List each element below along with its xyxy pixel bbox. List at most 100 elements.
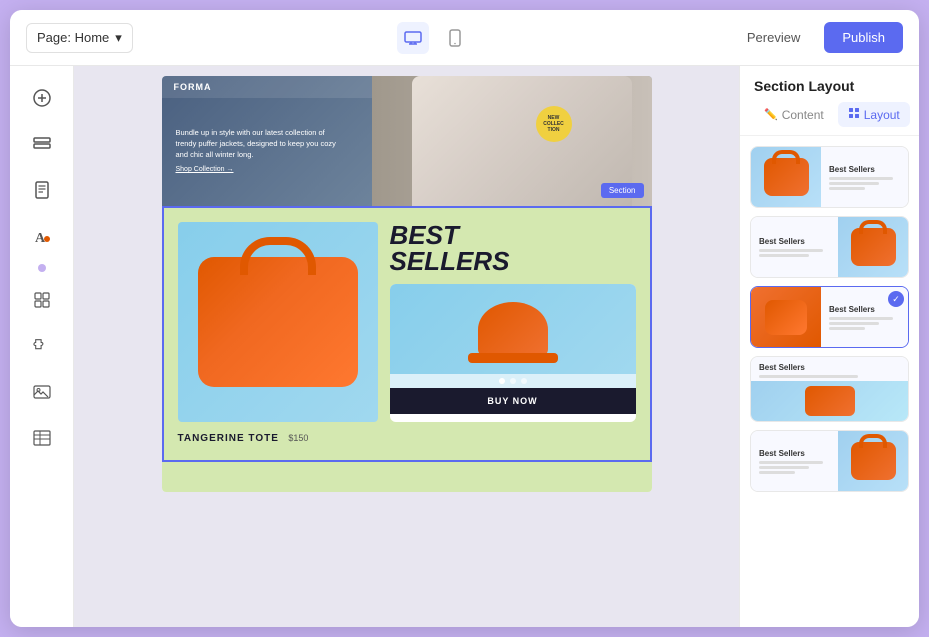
layout-lines-3 bbox=[829, 317, 900, 330]
new-collection-badge: NEWCOLLECTION bbox=[536, 106, 572, 142]
brand-logo: FORMA bbox=[174, 82, 212, 92]
panel-title: Section Layout bbox=[754, 78, 905, 94]
line bbox=[759, 254, 809, 257]
line bbox=[829, 327, 865, 330]
panel-tabs: ✏️ Content Layout bbox=[754, 102, 905, 127]
sidebar-typography-icon[interactable]: A bbox=[22, 216, 62, 256]
sidebar-table-icon[interactable] bbox=[22, 418, 62, 458]
layout-lines-1 bbox=[829, 177, 900, 190]
line bbox=[829, 177, 893, 180]
sidebar-image-icon[interactable] bbox=[22, 372, 62, 412]
layout-option-4[interactable]: Best Sellers bbox=[750, 356, 909, 422]
bs-right: BESTSELLERS BUY NOW bbox=[390, 222, 636, 422]
layout-option-5-text: Best Sellers bbox=[751, 431, 838, 491]
content-tab-label: Content bbox=[782, 108, 824, 122]
desktop-icon bbox=[404, 31, 422, 45]
line bbox=[829, 322, 879, 325]
right-panel: Section Layout ✏️ Content Layout bbox=[739, 66, 919, 627]
layout-option-4-inner: Best Sellers bbox=[751, 357, 908, 421]
page-selector[interactable]: Page: Home ▾ bbox=[26, 23, 133, 53]
content-tab-icon: ✏️ bbox=[764, 108, 778, 121]
sidebar-add-icon[interactable] bbox=[22, 78, 62, 118]
line bbox=[829, 182, 879, 185]
buy-now-button[interactable]: BUY NOW bbox=[390, 388, 636, 414]
jacket-image bbox=[412, 76, 632, 206]
layout-lines-4 bbox=[759, 375, 900, 378]
layout-option-5-label: Best Sellers bbox=[759, 449, 830, 458]
tab-layout[interactable]: Layout bbox=[838, 102, 910, 127]
hero-text: Bundle up in style with our latest colle… bbox=[176, 127, 348, 161]
desktop-view-button[interactable] bbox=[397, 22, 429, 54]
top-bar: Page: Home ▾ Pereview P bbox=[10, 10, 919, 66]
panel-header: Section Layout ✏️ Content Layout bbox=[740, 66, 919, 136]
hero-content: Bundle up in style with our latest colle… bbox=[162, 99, 362, 184]
dot-2 bbox=[510, 378, 516, 384]
layout-option-3[interactable]: Best Sellers ✓ bbox=[750, 286, 909, 348]
bs-footer: TANGERINE TOTE $150 bbox=[178, 428, 636, 446]
layout-option-4-label: Best Sellers bbox=[759, 363, 900, 372]
canvas-area: FORMA New In Accessories Men Women Bundl… bbox=[74, 66, 739, 627]
top-bar-right: Pereview Publish bbox=[735, 22, 903, 53]
layout-option-3-image bbox=[751, 287, 821, 347]
sidebar-pages-icon[interactable] bbox=[22, 170, 62, 210]
line bbox=[759, 249, 823, 252]
publish-button[interactable]: Publish bbox=[824, 22, 903, 53]
product-name: TANGERINE TOTE bbox=[178, 433, 279, 444]
layout-option-4-image bbox=[751, 381, 908, 421]
main-layout: A FORMA bbox=[10, 66, 919, 627]
selected-checkmark: ✓ bbox=[888, 291, 904, 307]
layout-option-5-image bbox=[838, 431, 908, 491]
layout-tab-label: Layout bbox=[864, 108, 900, 122]
best-sellers-title: BESTSELLERS bbox=[390, 222, 636, 274]
sidebar-puzzle-icon[interactable] bbox=[22, 326, 62, 366]
page-selector-label: Page: Home bbox=[37, 30, 109, 45]
orange-bag bbox=[198, 257, 358, 387]
line bbox=[829, 187, 865, 190]
preview-button[interactable]: Pereview bbox=[735, 24, 812, 51]
app-container: Page: Home ▾ Pereview P bbox=[10, 10, 919, 627]
line bbox=[759, 375, 858, 378]
product-price: $150 bbox=[288, 433, 308, 443]
carousel-dots bbox=[390, 374, 636, 388]
product-card[interactable]: BUY NOW bbox=[390, 284, 636, 422]
layout-options: Best Sellers bbox=[740, 136, 919, 627]
layout-option-1[interactable]: Best Sellers bbox=[750, 146, 909, 208]
layout-option-1-label: Best Sellers bbox=[829, 165, 900, 174]
layout-option-1-image bbox=[751, 147, 821, 207]
layout-option-2-inner: Best Sellers bbox=[751, 217, 908, 277]
layout-lines-2 bbox=[759, 249, 830, 257]
sidebar-indicator-dot bbox=[38, 264, 46, 272]
layout-option-1-text: Best Sellers bbox=[821, 147, 908, 207]
sidebar-sections-icon[interactable] bbox=[22, 124, 62, 164]
layout-option-1-inner: Best Sellers bbox=[751, 147, 908, 207]
section-badge: Section bbox=[601, 183, 644, 198]
layout-lines-5 bbox=[759, 461, 830, 474]
top-bar-left: Page: Home ▾ bbox=[26, 23, 133, 53]
left-sidebar: A bbox=[10, 66, 74, 627]
layout-option-2-image bbox=[838, 217, 908, 277]
mini-bag-3 bbox=[765, 300, 807, 335]
orange-hat bbox=[478, 302, 548, 357]
mobile-icon bbox=[449, 29, 461, 47]
bag-image bbox=[178, 222, 378, 422]
layout-option-2-text: Best Sellers bbox=[751, 217, 838, 277]
sidebar-grid-icon[interactable] bbox=[22, 280, 62, 320]
layout-option-2-label: Best Sellers bbox=[759, 237, 830, 246]
green-strip bbox=[162, 462, 652, 492]
chevron-down-icon: ▾ bbox=[115, 30, 122, 46]
mobile-view-button[interactable] bbox=[439, 22, 471, 54]
best-sellers-section[interactable]: BESTSELLERS BUY NOW bbox=[162, 206, 652, 462]
top-bar-center bbox=[397, 22, 471, 54]
layout-tab-icon bbox=[848, 107, 860, 122]
tab-content[interactable]: ✏️ Content bbox=[754, 102, 834, 127]
dot-3 bbox=[521, 378, 527, 384]
bs-inner: BESTSELLERS BUY NOW bbox=[178, 222, 636, 422]
layout-option-5[interactable]: Best Sellers bbox=[750, 430, 909, 492]
layout-option-2[interactable]: Best Sellers bbox=[750, 216, 909, 278]
layout-option-3-label: Best Sellers bbox=[829, 305, 900, 314]
hero-shop-link[interactable]: Shop Collection → bbox=[176, 166, 348, 173]
line bbox=[759, 471, 795, 474]
line bbox=[759, 461, 823, 464]
mini-bag-2 bbox=[851, 228, 896, 266]
hero-section[interactable]: FORMA New In Accessories Men Women Bundl… bbox=[162, 76, 652, 206]
